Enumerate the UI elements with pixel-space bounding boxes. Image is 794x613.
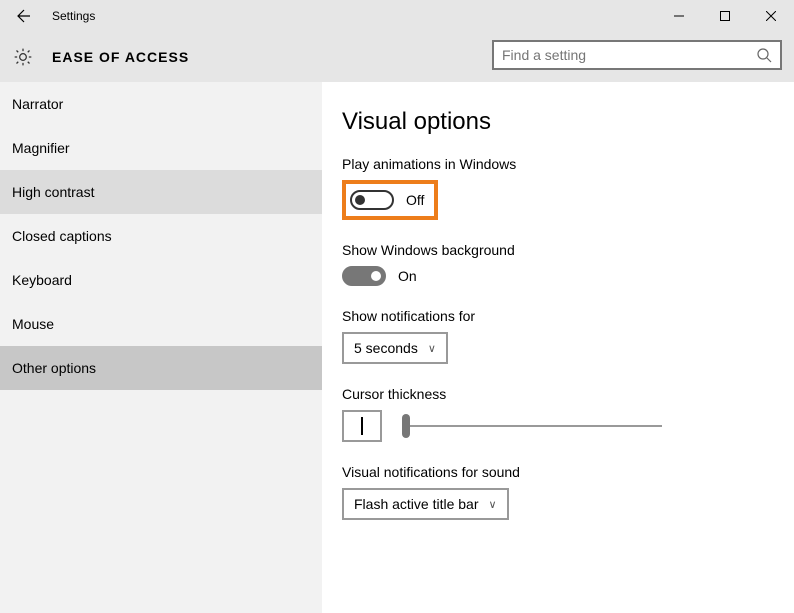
show-background-state: On: [398, 268, 417, 284]
cursor-thickness-slider[interactable]: [402, 425, 662, 427]
chevron-down-icon: ∨: [428, 342, 436, 355]
sidebar-item-label: Other options: [12, 360, 96, 376]
header: EASE OF ACCESS: [0, 32, 794, 82]
search-icon: [756, 47, 772, 63]
section-title: Visual options: [342, 108, 774, 136]
notifications-label: Show notifications for: [342, 308, 774, 324]
sidebar-item-label: Mouse: [12, 316, 54, 332]
window-controls: [656, 0, 794, 32]
chevron-down-icon: ∨: [489, 498, 497, 511]
sidebar-item-label: High contrast: [12, 184, 94, 200]
play-animations-toggle[interactable]: [350, 190, 394, 210]
visual-notifications-label: Visual notifications for sound: [342, 464, 774, 480]
play-animations-state: Off: [406, 192, 424, 208]
sidebar: Narrator Magnifier High contrast Closed …: [0, 82, 322, 613]
notifications-combo[interactable]: 5 seconds ∨: [342, 332, 448, 364]
search-box[interactable]: [492, 40, 782, 70]
sidebar-item-other-options[interactable]: Other options: [0, 346, 322, 390]
play-animations-setting: Play animations in Windows Off: [342, 156, 774, 220]
show-background-setting: Show Windows background On: [342, 242, 774, 286]
close-icon: [766, 11, 776, 21]
back-arrow-icon: [16, 8, 32, 24]
show-background-toggle[interactable]: [342, 266, 386, 286]
cursor-thickness-setting: Cursor thickness: [342, 386, 774, 442]
cursor-thickness-label: Cursor thickness: [342, 386, 774, 402]
minimize-button[interactable]: [656, 0, 702, 32]
sidebar-item-keyboard[interactable]: Keyboard: [0, 258, 322, 302]
play-animations-highlight: Off: [342, 180, 438, 220]
close-button[interactable]: [748, 0, 794, 32]
main-panel: Visual options Play animations in Window…: [322, 82, 794, 613]
window-title: Settings: [52, 9, 95, 23]
sidebar-item-label: Magnifier: [12, 140, 70, 156]
minimize-icon: [674, 11, 684, 21]
visual-notifications-setting: Visual notifications for sound Flash act…: [342, 464, 774, 520]
notifications-value: 5 seconds: [354, 340, 418, 356]
sidebar-item-closed-captions[interactable]: Closed captions: [0, 214, 322, 258]
play-animations-label: Play animations in Windows: [342, 156, 774, 172]
sidebar-item-narrator[interactable]: Narrator: [0, 82, 322, 126]
maximize-icon: [720, 11, 730, 21]
visual-notifications-value: Flash active title bar: [354, 496, 479, 512]
titlebar: Settings: [0, 0, 794, 32]
cursor-preview: [342, 410, 382, 442]
back-button[interactable]: [0, 0, 48, 32]
gear-icon: [12, 46, 34, 68]
maximize-button[interactable]: [702, 0, 748, 32]
header-title: EASE OF ACCESS: [52, 49, 189, 65]
slider-thumb[interactable]: [402, 414, 410, 438]
sidebar-item-label: Narrator: [12, 96, 63, 112]
sidebar-item-high-contrast[interactable]: High contrast: [0, 170, 322, 214]
visual-notifications-combo[interactable]: Flash active title bar ∨: [342, 488, 509, 520]
notifications-setting: Show notifications for 5 seconds ∨: [342, 308, 774, 364]
search-input[interactable]: [502, 47, 756, 63]
sidebar-item-magnifier[interactable]: Magnifier: [0, 126, 322, 170]
sidebar-item-label: Keyboard: [12, 272, 72, 288]
sidebar-item-label: Closed captions: [12, 228, 112, 244]
show-background-label: Show Windows background: [342, 242, 774, 258]
sidebar-item-mouse[interactable]: Mouse: [0, 302, 322, 346]
